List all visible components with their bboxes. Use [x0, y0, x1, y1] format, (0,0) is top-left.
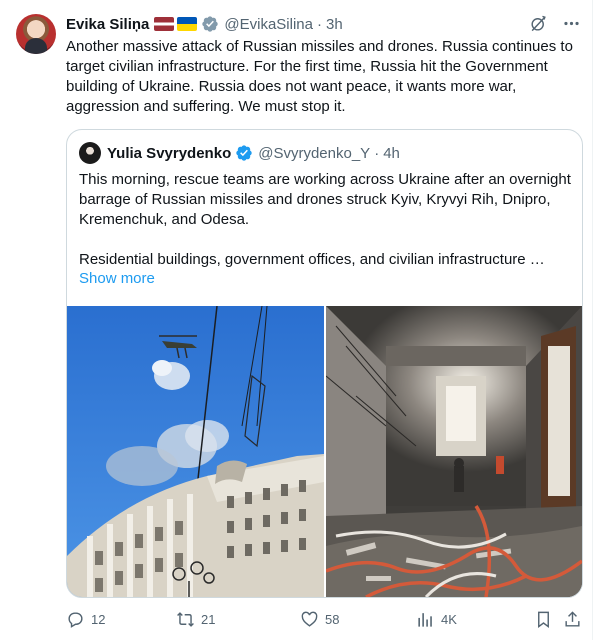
- ukraine-flag-icon: [177, 17, 198, 31]
- latvia-flag-icon: [154, 17, 175, 31]
- tweet-text: Another massive attack of Russian missil…: [66, 38, 573, 115]
- quote-author-handle: @Svyrydenko_Y: [258, 144, 371, 162]
- tweet-header: Evika Siliņa @EvikaSilina · 3h: [66, 14, 343, 34]
- reply-count: 12: [91, 611, 106, 627]
- quote-text: This morning, rescue teams are working a…: [79, 170, 571, 270]
- photo-burned-corridor[interactable]: [326, 306, 582, 597]
- repost-button[interactable]: 21: [176, 606, 215, 632]
- views-icon: [418, 612, 432, 627]
- views-count: 4K: [441, 611, 457, 627]
- separator-dot: ·: [374, 144, 380, 162]
- reply-icon: [68, 611, 83, 628]
- like-button[interactable]: 58: [300, 606, 339, 632]
- quote-timestamp: 4h: [383, 144, 400, 162]
- verified-badge-icon: [236, 145, 252, 161]
- tweet-actions: 12 21 58 4K: [66, 606, 582, 632]
- show-more-link[interactable]: Show more: [79, 270, 155, 287]
- share-icon: [565, 610, 580, 627]
- more-icon[interactable]: [562, 14, 581, 33]
- quote-paragraph-1: This morning, rescue teams are working a…: [79, 171, 571, 228]
- quote-header: Yulia Svyrydenko @Svyrydenko_Y · 4h: [79, 142, 400, 164]
- tweet-timestamp[interactable]: 3h: [326, 16, 343, 33]
- photo-government-building[interactable]: [67, 306, 324, 597]
- author-name[interactable]: Evika Siliņa: [66, 16, 149, 33]
- quote-paragraph-2: Residential buildings, government office…: [79, 251, 545, 268]
- repost-count: 21: [201, 611, 216, 627]
- bookmark-button[interactable]: [534, 606, 553, 632]
- separator-dot: ·: [316, 15, 322, 33]
- quoted-tweet[interactable]: Yulia Svyrydenko @Svyrydenko_Y · 4h This…: [66, 129, 583, 598]
- like-icon: [301, 611, 318, 627]
- quote-media: [67, 306, 582, 597]
- views-button[interactable]: 4K: [416, 606, 457, 632]
- share-button[interactable]: [563, 606, 582, 632]
- author-avatar[interactable]: [16, 14, 56, 54]
- reply-button[interactable]: 12: [66, 606, 105, 632]
- like-count: 58: [325, 611, 340, 627]
- quote-author-avatar: [79, 142, 101, 164]
- quote-author-name: Yulia Svyrydenko: [107, 144, 232, 162]
- repost-icon: [177, 611, 194, 627]
- bookmark-icon: [538, 611, 549, 628]
- author-handle[interactable]: @EvikaSilina: [224, 16, 313, 33]
- verified-badge-icon[interactable]: [201, 15, 219, 33]
- tweet-top-actions: [529, 14, 581, 33]
- grok-icon[interactable]: [529, 14, 548, 33]
